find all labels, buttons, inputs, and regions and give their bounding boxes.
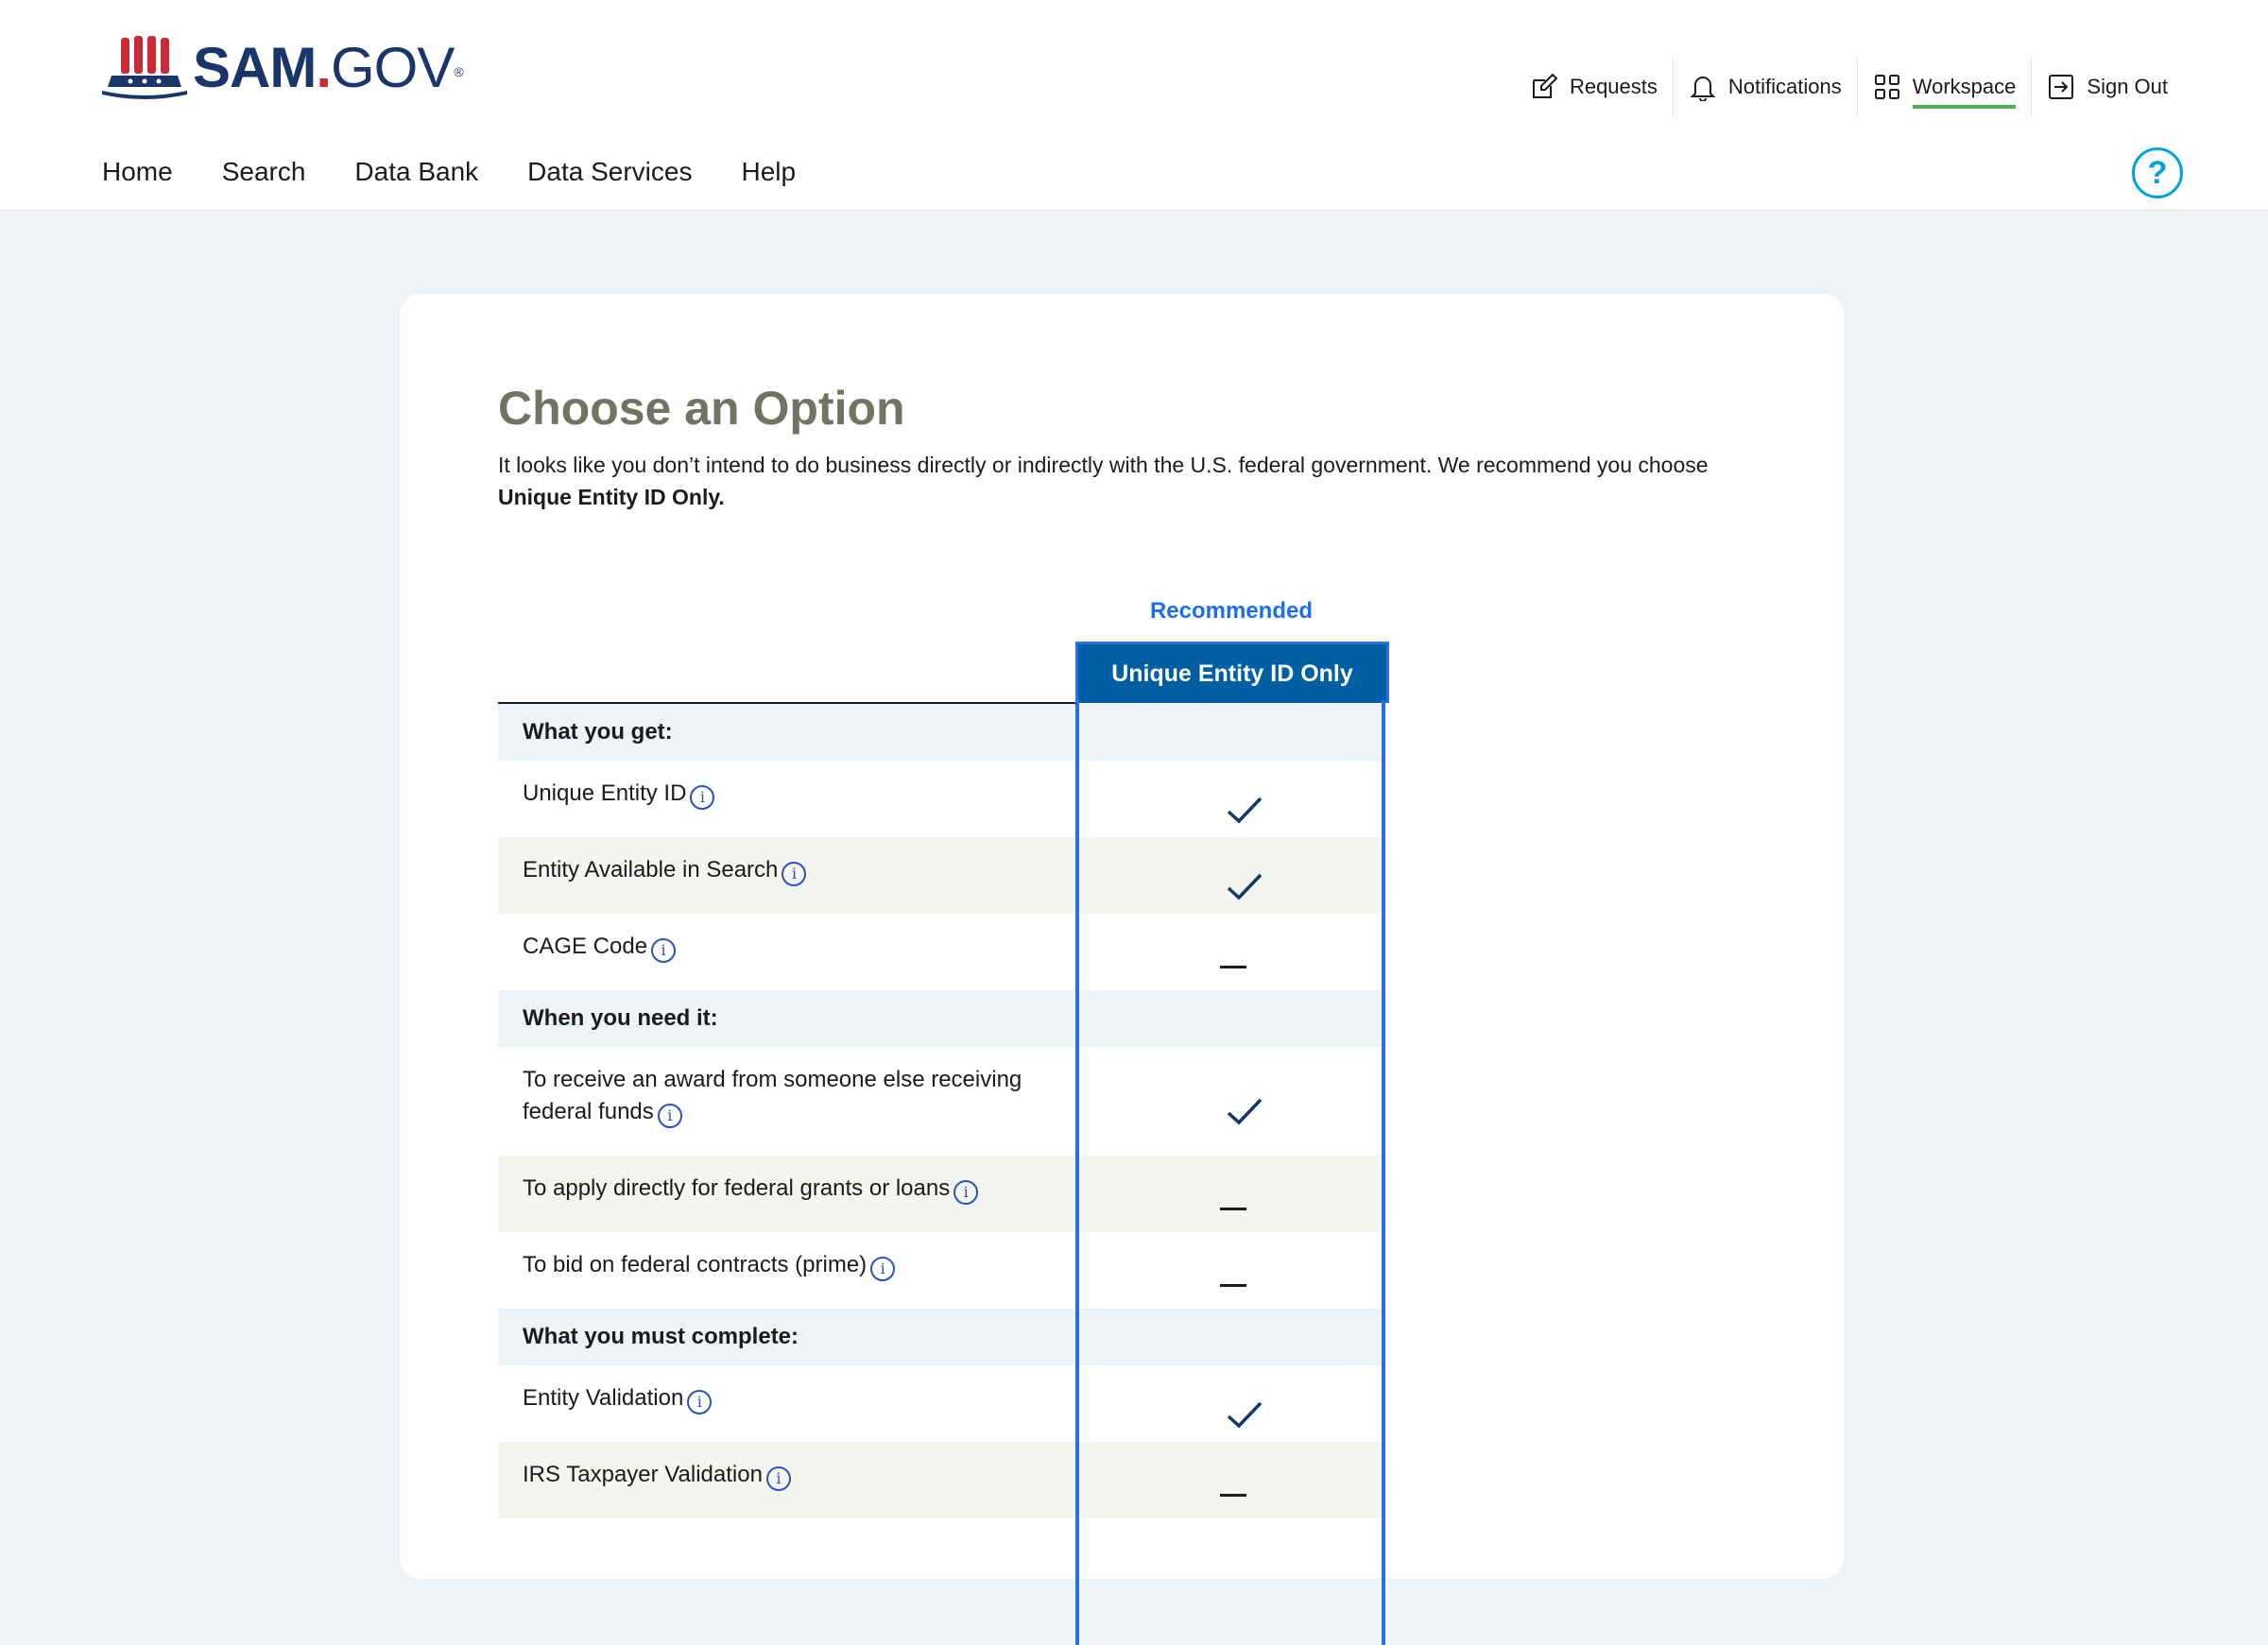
page-description: It looks like you don’t intend to do bus… [498,449,1727,513]
nav-home[interactable]: Home [102,157,173,187]
info-icon[interactable]: i [651,938,677,963]
info-icon[interactable]: i [782,862,807,886]
row-label: To apply directly for federal grants or … [523,1173,1052,1205]
dash-icon [1080,1277,1386,1294]
info-icon[interactable]: i [954,1180,979,1205]
edit-icon [1532,73,1558,98]
workspace-link[interactable]: Workspace [1856,59,2032,115]
nav-search[interactable]: Search [222,157,306,187]
row-label-text: Entity Validation [523,1385,684,1411]
row-label: To bid on federal contracts (prime) i [523,1249,1052,1281]
dash-icon [1080,1487,1386,1504]
table-row: To apply directly for federal grants or … [498,1156,1386,1232]
row-label-text: To bid on federal contracts (prime) [523,1252,868,1277]
info-icon[interactable]: i [765,1466,791,1491]
recommended-label: Recommended [1149,598,1314,624]
row-label-text: CAGE Code [523,934,648,959]
table-row: Entity Available in Search i [498,837,1386,914]
checkmark-icon [1080,1399,1398,1436]
sign-out-icon [2049,75,2074,99]
row-label: Entity Validation i [523,1382,1052,1414]
uncle-sam-hat-icon [102,36,187,99]
utility-nav: Requests Notifications Workspace Sign Ou… [1515,59,2183,115]
table-row: Entity Validation i [498,1365,1386,1442]
table-section-row: What you get: [498,704,1386,761]
description-bold: Unique Entity ID Only. [498,485,725,509]
top-header: SAM.GOV® Requests Notifications Workspac… [0,0,2268,135]
notifications-link[interactable]: Notifications [1672,59,1857,115]
row-label: To receive an award from someone else re… [523,1064,1052,1128]
comparison-table: What you get: Unique Entity ID i Entity Ava… [498,704,1386,1518]
table-section-row: When you need it: [498,990,1386,1047]
row-label-text: IRS Taxpayer Validation [523,1462,763,1487]
info-icon[interactable]: i [687,1390,713,1414]
dash-icon [1080,1201,1386,1218]
main-nav-bar: Home Search Data Bank Data Services Help… [0,134,2268,211]
workspace-label: Workspace [1912,75,2017,109]
checkmark-icon [1080,795,1398,831]
sam-gov-logo[interactable]: SAM.GOV® [102,34,464,102]
row-label-text: To receive an award from someone else re… [523,1067,1022,1124]
table-row: IRS Taxpayer Validation i [498,1442,1386,1518]
dash-icon [1080,959,1386,976]
nav-data-services[interactable]: Data Services [527,157,692,187]
row-label: IRS Taxpayer Validation i [523,1459,1052,1491]
table-row: CAGE Code i [498,914,1386,990]
row-label: Entity Available in Search i [523,854,1052,886]
sign-out-link[interactable]: Sign Out [2031,59,2183,115]
section-heading: What you get: [523,716,1052,748]
row-label-text: When you need it: [523,1005,718,1031]
description-text: It looks like you don’t intend to do bus… [498,453,1709,477]
table-row: To receive an award from someone else re… [498,1047,1386,1156]
table-row: To bid on federal contracts (prime) i [498,1232,1386,1309]
column-header-unique-entity-id[interactable]: Unique Entity ID Only [1075,642,1389,703]
nav-help[interactable]: Help [741,157,796,187]
grid-icon [1874,75,1899,99]
section-heading: What you must complete: [523,1321,1052,1353]
help-icon[interactable]: ? [2132,147,2183,198]
table-row: Unique Entity ID i [498,761,1386,837]
page-title: Choose an Option [498,382,905,435]
row-label-text: Unique Entity ID [523,780,687,806]
checkmark-icon [1080,1096,1398,1133]
bell-icon [1690,77,1716,101]
requests-link[interactable]: Requests [1515,59,1673,115]
main-nav: Home Search Data Bank Data Services Help [102,134,796,210]
row-label-text: To apply directly for federal grants or … [523,1175,951,1201]
row-label-text: Entity Available in Search [523,857,779,882]
option-card: Choose an Option It looks like you don’t… [400,294,1844,1645]
row-label-text: What you must complete: [523,1324,799,1349]
info-icon[interactable]: i [870,1257,896,1281]
info-icon[interactable]: i [690,785,715,810]
sign-out-label: Sign Out [2087,75,2168,98]
notifications-label: Notifications [1727,75,1842,98]
nav-data-bank[interactable]: Data Bank [354,157,478,187]
info-icon[interactable]: i [657,1104,682,1128]
checkmark-icon [1080,871,1398,908]
row-label-text: What you get: [523,719,673,745]
row-label: Unique Entity ID i [523,778,1052,810]
table-section-row: What you must complete: [498,1309,1386,1365]
row-label: CAGE Code i [523,931,1052,963]
requests-label: Requests [1569,75,1658,98]
section-heading: When you need it: [523,1002,1052,1035]
sam-gov-wordmark: SAM.GOV® [193,36,464,99]
